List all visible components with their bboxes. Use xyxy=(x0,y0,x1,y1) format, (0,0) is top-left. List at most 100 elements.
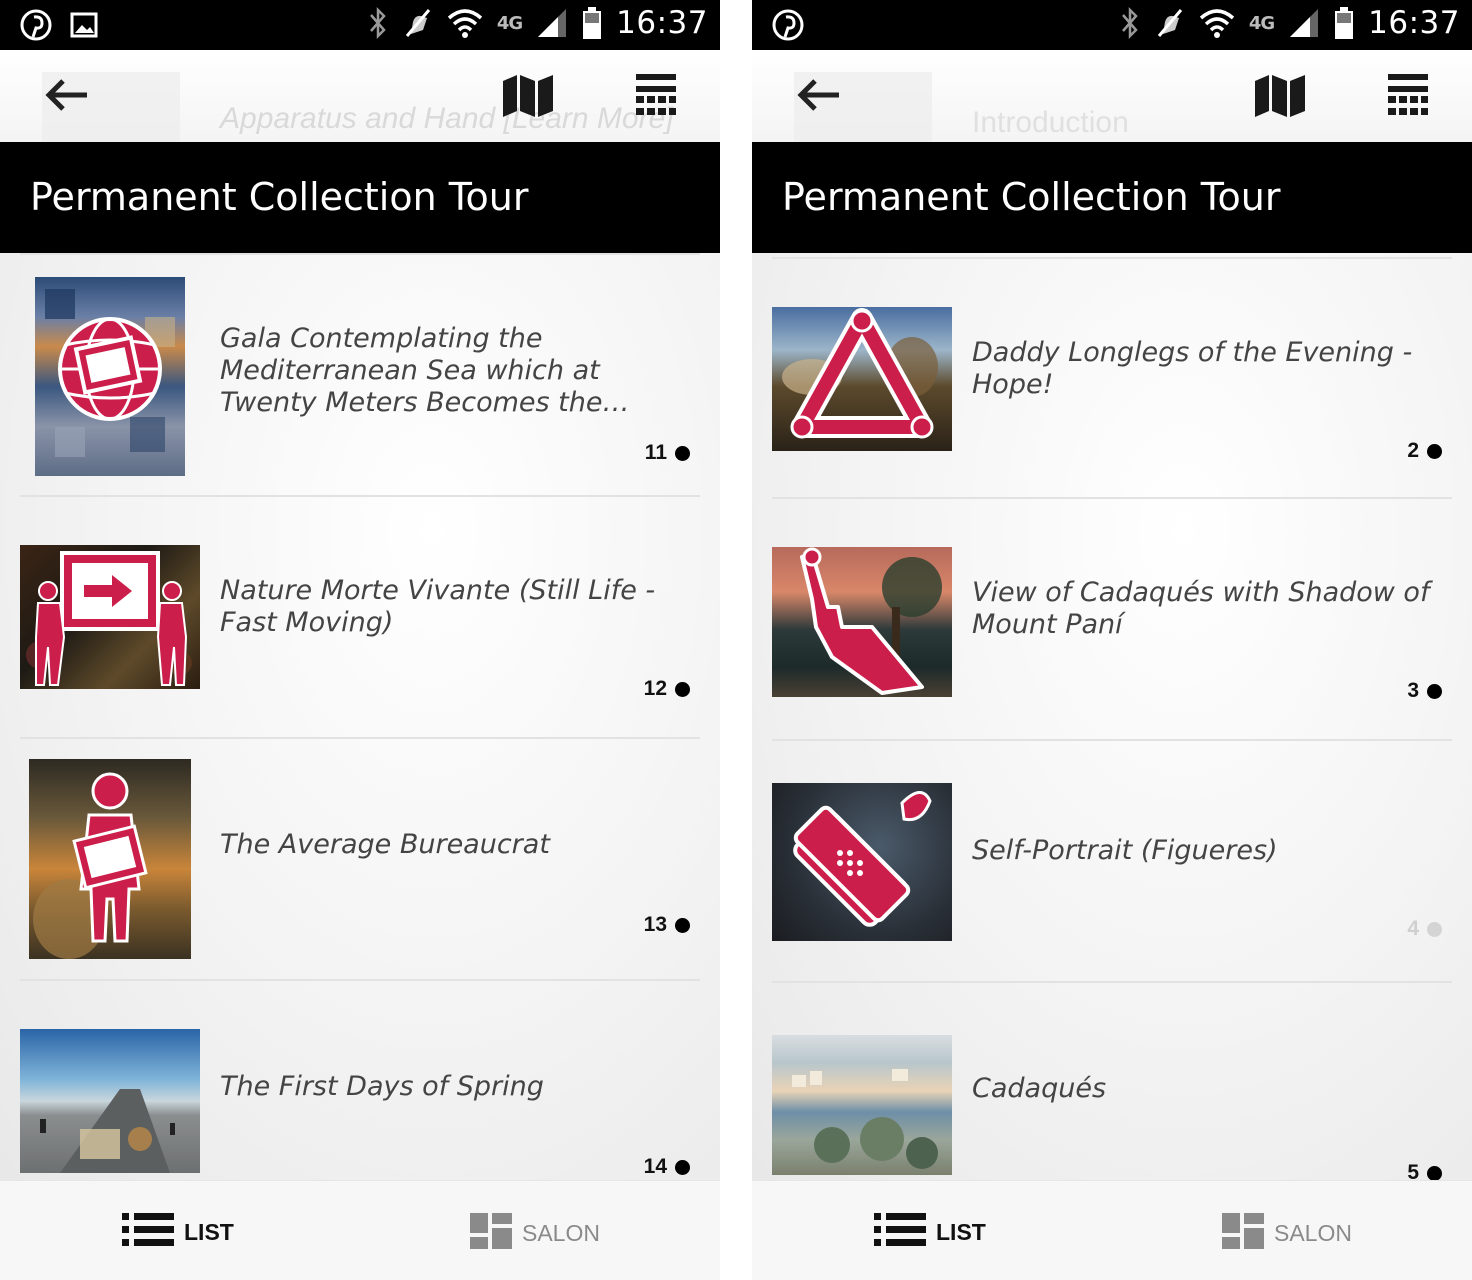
list-icon xyxy=(874,1213,926,1252)
status-bar: 4G 16:37 xyxy=(752,0,1472,50)
artwork-thumbnail xyxy=(20,1029,200,1173)
map-icon xyxy=(501,73,555,122)
artwork-title: The First Days of Spring xyxy=(220,1071,544,1102)
keypad-icon xyxy=(634,72,678,123)
artwork-title: The Average Bureaucrat xyxy=(220,829,550,860)
arrow-left-icon xyxy=(795,77,841,118)
map-icon xyxy=(1253,73,1307,122)
list-item[interactable]: The First Days of Spring 14 xyxy=(20,979,700,1180)
vibrate-off-icon xyxy=(1155,6,1185,40)
tab-list-label: LIST xyxy=(936,1219,986,1245)
list-item[interactable]: Self-Portrait (Figueres) 4 xyxy=(772,739,1452,981)
salon-grid-icon xyxy=(1222,1213,1264,1254)
list-item[interactable]: View of Cadaqués with Shadow of Mount Pa… xyxy=(772,497,1452,739)
tab-salon[interactable]: SALON xyxy=(470,1213,600,1254)
stop-dot-icon xyxy=(675,445,690,461)
image-icon xyxy=(70,12,98,38)
tour-title-bar: Permanent Collection Tour xyxy=(752,142,1472,253)
list-item[interactable]: The Average Bureaucrat 13 xyxy=(20,737,700,979)
stop-number: 11 xyxy=(645,441,690,465)
map-button[interactable] xyxy=(1252,72,1308,122)
keypad-icon xyxy=(1386,72,1430,123)
bluetooth-icon xyxy=(1119,6,1141,40)
keypad-button[interactable] xyxy=(628,72,684,122)
signal-icon xyxy=(1288,7,1320,39)
stop-list[interactable]: Daddy Longlegs of the Evening - Hope! 2 … xyxy=(752,253,1472,1180)
globe-screen-icon xyxy=(45,289,175,457)
keypad-button[interactable] xyxy=(1380,72,1436,122)
bottom-tab-bar: LIST SALON xyxy=(752,1180,1472,1280)
salon-grid-icon xyxy=(470,1213,512,1254)
arrow-left-icon xyxy=(43,77,89,118)
bluetooth-icon xyxy=(367,6,389,40)
toolbar: Apparatus and Hand [Learn More] xyxy=(0,50,720,142)
pointing-hand-icon xyxy=(800,547,942,695)
map-button[interactable] xyxy=(500,72,556,122)
tab-list[interactable]: LIST xyxy=(874,1213,986,1252)
artwork-title: Self-Portrait (Figueres) xyxy=(972,835,1278,866)
stop-number: 13 xyxy=(644,913,690,937)
pinterest-icon xyxy=(20,9,52,41)
status-bar: 4G 16:37 xyxy=(0,0,720,50)
tab-salon-label: SALON xyxy=(1274,1220,1352,1246)
list-item[interactable]: Gala Contemplating the Mediterranean Sea… xyxy=(20,253,700,495)
wifi-icon xyxy=(1199,8,1235,38)
signal-icon xyxy=(536,7,568,39)
tab-list[interactable]: LIST xyxy=(122,1213,234,1252)
phone-screen-left: 4G 16:37 Apparatus and Hand [Learn More] xyxy=(0,0,720,1280)
ghost-previous-title: Apparatus and Hand [Learn More] xyxy=(220,102,674,135)
toolbar: Introduction xyxy=(752,50,1472,142)
people-carrying-sign-icon xyxy=(26,551,192,686)
network-type-label: 4G xyxy=(1248,12,1275,34)
status-clock: 16:37 xyxy=(1368,5,1460,41)
stop-dot-icon xyxy=(1427,683,1442,699)
artwork-thumbnail xyxy=(772,307,952,451)
artwork-thumbnail xyxy=(772,547,952,697)
vibrate-off-icon xyxy=(403,6,433,40)
triangle-connector-icon xyxy=(782,308,938,439)
artwork-title: View of Cadaqués with Shadow of Mount Pa… xyxy=(972,577,1430,640)
tab-salon-label: SALON xyxy=(522,1220,600,1246)
artwork-thumbnail xyxy=(772,1035,952,1175)
brush-bandage-icon xyxy=(793,791,932,927)
artwork-title: Nature Morte Vivante (Still Life - Fast … xyxy=(220,575,656,638)
list-item[interactable]: Cadaqués 5 xyxy=(772,981,1452,1180)
page-title: Permanent Collection Tour xyxy=(30,175,529,219)
stop-number: 2 xyxy=(1407,439,1442,463)
painting-detail xyxy=(792,1069,938,1169)
pinterest-icon xyxy=(772,9,804,41)
list-item[interactable]: Nature Morte Vivante (Still Life - Fast … xyxy=(20,495,700,737)
stop-number: 4 xyxy=(1407,917,1442,941)
artwork-thumbnail xyxy=(772,783,952,941)
battery-icon xyxy=(1334,6,1354,40)
artwork-thumbnail xyxy=(29,759,191,959)
bottom-tab-bar: LIST SALON xyxy=(0,1180,720,1280)
list-item[interactable]: Daddy Longlegs of the Evening - Hope! 2 xyxy=(772,257,1452,499)
battery-icon xyxy=(582,6,602,40)
artwork-title: Gala Contemplating the Mediterranean Sea… xyxy=(220,323,630,418)
tab-list-label: LIST xyxy=(184,1219,234,1245)
stop-dot-icon xyxy=(1427,443,1442,459)
phone-screen-right: 4G 16:37 Introduction Permanent Collecti… xyxy=(752,0,1472,1280)
stop-number: 5 xyxy=(1407,1161,1442,1180)
ghost-previous-title: Introduction xyxy=(972,106,1129,139)
stop-dot-icon xyxy=(675,681,690,697)
list-icon xyxy=(122,1213,174,1252)
back-button[interactable] xyxy=(38,72,94,122)
artwork-thumbnail xyxy=(20,545,200,689)
wifi-icon xyxy=(447,8,483,38)
stop-dot-icon xyxy=(1427,1165,1442,1180)
stop-dot-icon xyxy=(1427,921,1442,937)
artwork-thumbnail xyxy=(35,277,185,476)
stop-number: 3 xyxy=(1407,679,1442,703)
stop-number: 12 xyxy=(644,677,690,701)
page-title: Permanent Collection Tour xyxy=(782,175,1281,219)
stop-dot-icon xyxy=(675,1159,690,1175)
back-button[interactable] xyxy=(790,72,846,122)
artwork-title: Daddy Longlegs of the Evening - Hope! xyxy=(972,337,1413,400)
tab-salon[interactable]: SALON xyxy=(1222,1213,1352,1254)
network-type-label: 4G xyxy=(496,12,523,34)
tour-title-bar: Permanent Collection Tour xyxy=(0,142,720,253)
status-clock: 16:37 xyxy=(616,5,708,41)
stop-list[interactable]: Gala Contemplating the Mediterranean Sea… xyxy=(0,253,720,1180)
